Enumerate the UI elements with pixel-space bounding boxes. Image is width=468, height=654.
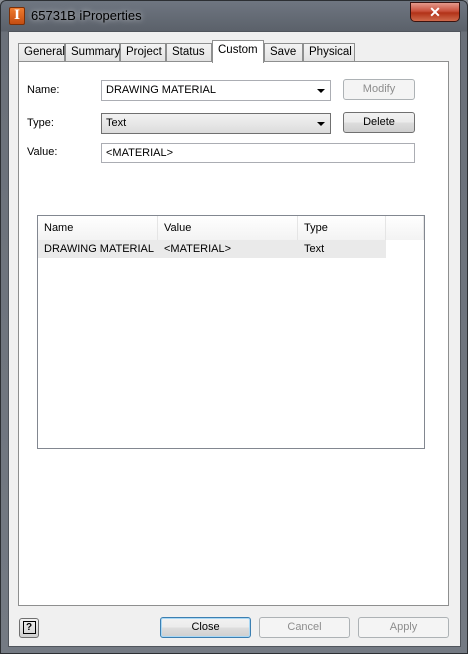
- value-input[interactable]: <MATERIAL>: [101, 143, 415, 163]
- column-header-value[interactable]: Value: [158, 216, 298, 240]
- row-value-cell: <MATERIAL>: [164, 243, 232, 255]
- tab-general[interactable]: General: [18, 43, 65, 62]
- column-header-filler: [386, 216, 424, 240]
- name-combobox[interactable]: DRAWING MATERIAL: [101, 80, 331, 101]
- window-close-button[interactable]: ✕: [410, 2, 460, 22]
- inventor-app-icon[interactable]: I: [9, 7, 25, 25]
- custom-panel: Name: DRAWING MATERIAL Modify Type: Text…: [18, 61, 449, 606]
- type-combobox-value: Text: [106, 117, 127, 129]
- tab-custom[interactable]: Custom: [212, 40, 264, 63]
- chevron-down-icon[interactable]: [317, 122, 325, 126]
- apply-button[interactable]: Apply: [358, 617, 449, 638]
- close-icon: ✕: [429, 4, 441, 20]
- tab-save[interactable]: Save: [264, 43, 303, 62]
- tab-summary[interactable]: Summary: [65, 43, 120, 62]
- name-combobox-value: DRAWING MATERIAL: [106, 84, 217, 96]
- chevron-down-icon[interactable]: [317, 89, 325, 93]
- cancel-button[interactable]: Cancel: [259, 617, 350, 638]
- table-row[interactable]: DRAWING MATERIAL <MATERIAL> Text: [38, 240, 386, 258]
- window-title: 65731B iProperties: [31, 8, 142, 23]
- name-label: Name:: [27, 84, 60, 96]
- help-button[interactable]: ?: [19, 618, 39, 638]
- tab-status[interactable]: Status: [166, 43, 212, 62]
- column-header-type[interactable]: Type: [298, 216, 386, 240]
- modify-button[interactable]: Modify: [343, 79, 415, 100]
- properties-list[interactable]: Name Value Type DRAWING MATERIAL <MATERI…: [37, 215, 425, 449]
- close-button[interactable]: Close: [160, 617, 251, 638]
- dialog-client: General Summary Project Status Custom Sa…: [8, 31, 461, 647]
- type-combobox[interactable]: Text: [101, 113, 331, 134]
- value-label: Value:: [27, 146, 58, 158]
- title-bar[interactable]: I 65731B iProperties ✕: [1, 1, 467, 31]
- tab-project[interactable]: Project: [120, 43, 166, 62]
- help-icon: ?: [22, 621, 36, 634]
- tab-physical[interactable]: Physical: [303, 43, 355, 62]
- list-header: Name Value Type: [38, 216, 424, 240]
- row-type-cell: Text: [304, 243, 325, 255]
- iproperties-window: I 65731B iProperties ✕ General Summary P…: [0, 0, 468, 654]
- column-header-name[interactable]: Name: [38, 216, 158, 240]
- row-name-cell: DRAWING MATERIAL: [44, 243, 155, 255]
- delete-button[interactable]: Delete: [343, 112, 415, 133]
- type-label: Type:: [27, 117, 54, 129]
